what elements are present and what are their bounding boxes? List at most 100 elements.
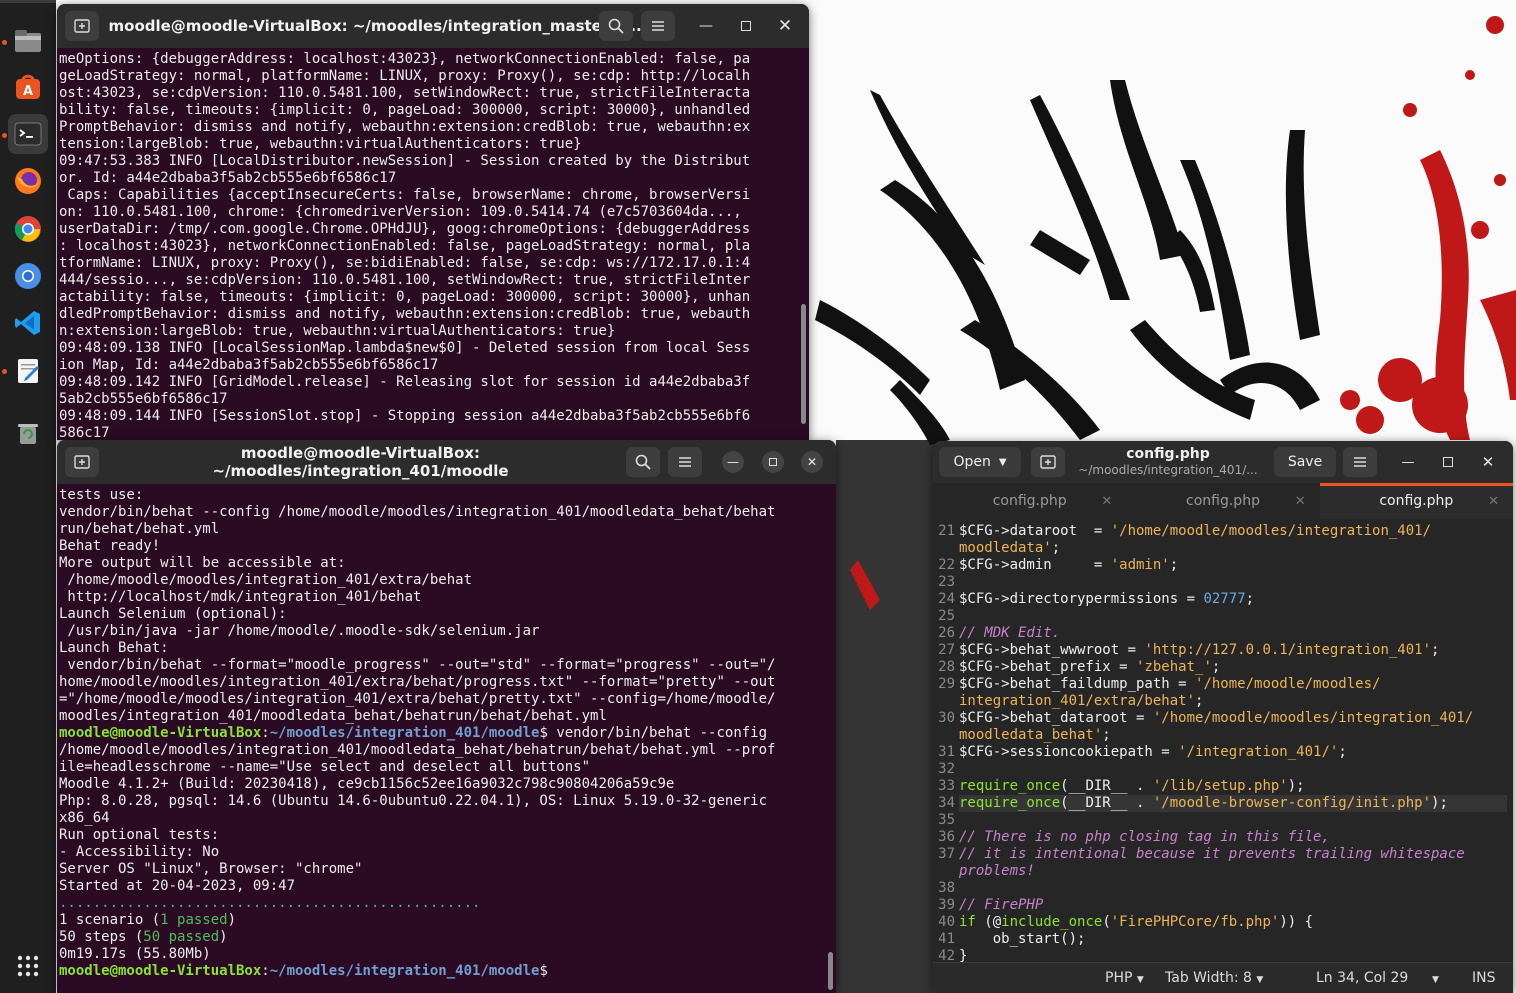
new-document-icon[interactable]	[1031, 447, 1065, 477]
prompt-path: ~/moodles/integration_401/moodle	[269, 725, 540, 741]
terminal-line: on: 110.0.5481.100, chrome: {chromedrive…	[59, 204, 742, 220]
cursor-position[interactable]: Ln 34, Col 29	[1316, 970, 1408, 986]
software-icon[interactable]: A	[8, 67, 48, 107]
prompt-user: moodle@moodle-VirtualBox	[59, 725, 262, 741]
close-icon[interactable]: ✕	[1471, 447, 1505, 477]
prompt-separator: :	[261, 963, 270, 979]
files-icon[interactable]	[8, 21, 48, 61]
desktop: A moodle@moodle-VirtualBox: ~/moodles/in…	[0, 0, 1516, 993]
terminal-titlebar[interactable]: moodle@moodle-VirtualBox: ~/moodles/inte…	[57, 4, 809, 48]
trash-icon[interactable]	[8, 413, 48, 453]
running-indicator	[2, 40, 7, 45]
close-tab-icon[interactable]: ✕	[1101, 494, 1112, 509]
terminal-line: /usr/bin/java -jar /home/moodle/.moodle-…	[59, 623, 540, 639]
prompt-line: moodle@moodle-VirtualBox:~/moodles/integ…	[59, 725, 834, 742]
firefox-icon[interactable]	[8, 161, 48, 201]
terminal-titlebar[interactable]: moodle@moodle-VirtualBox: ~/moodles/inte…	[57, 440, 836, 484]
tab-config-2[interactable]: config.php ✕	[1126, 483, 1319, 519]
terminal-text: )	[227, 912, 237, 928]
close-tab-icon[interactable]: ✕	[1295, 494, 1306, 509]
prompt-line: moodle@moodle-VirtualBox:~/moodles/integ…	[59, 963, 834, 980]
open-button[interactable]: Open ▼	[939, 447, 1021, 477]
tab-width-selector[interactable]: Tab Width: 8 ▼	[1165, 970, 1263, 986]
tab-label: config.php	[1379, 493, 1454, 509]
search-icon[interactable]	[599, 11, 633, 41]
app-grid-icon[interactable]	[8, 946, 48, 986]
text-editor-window[interactable]: Open ▼ config.php ~/moodles/integration_…	[933, 441, 1513, 993]
terminal-output[interactable]: meOptions: {debuggerAddress: localhost:4…	[57, 48, 809, 440]
dock: A	[0, 0, 56, 993]
terminal-window-master[interactable]: moodle@moodle-VirtualBox: ~/moodles/inte…	[57, 4, 809, 440]
passed-count: 50 passed	[143, 929, 220, 945]
chevron-down-icon: ▼	[1136, 975, 1144, 985]
maximize-icon[interactable]	[729, 11, 763, 41]
terminal-line: Caps: Capabilities {acceptInsecureCerts:…	[59, 187, 751, 203]
chrome-icon[interactable]	[8, 209, 48, 249]
insert-mode: INS	[1472, 970, 1496, 986]
tab-label: config.php	[992, 493, 1067, 509]
text-editor-icon[interactable]	[8, 351, 48, 391]
terminal-line: vendor/bin/behat --format="moodle_progre…	[59, 657, 776, 673]
new-tab-icon[interactable]	[65, 11, 99, 41]
terminal-line: Started at 20-04-2023, 09:47	[59, 878, 296, 894]
svg-text:A: A	[23, 84, 33, 99]
progress-dots: ........................................…	[59, 895, 481, 911]
passed-count: 1 passed	[160, 912, 228, 928]
terminal-line: bility: false, timeouts: {implicit: 0, p…	[59, 102, 751, 118]
editor-statusbar: PHP ▼ Tab Width: 8 ▼ Ln 34, Col 29 ▼ INS	[933, 962, 1513, 993]
scrollbar[interactable]	[801, 304, 806, 424]
running-indicator	[2, 369, 7, 374]
terminal-line: tests use:	[59, 487, 144, 503]
editor-titlebar[interactable]: Open ▼ config.php ~/moodles/integration_…	[933, 441, 1513, 483]
hamburger-menu-icon[interactable]	[668, 447, 702, 477]
open-button-label: Open	[953, 454, 991, 470]
chevron-down-icon[interactable]: ▼	[1432, 970, 1439, 986]
terminal-text: 1 scenario (	[59, 912, 161, 928]
vscode-icon[interactable]	[8, 303, 48, 343]
prompt-user: moodle@moodle-VirtualBox	[59, 963, 262, 979]
terminal-line: ile=headlesschrome --name="Use select an…	[59, 759, 591, 775]
maximize-icon[interactable]	[1431, 447, 1465, 477]
terminal-line: home/moodle/moodles/integration_401/extr…	[59, 674, 776, 690]
terminal-line: 09:47:53.383 INFO [LocalDistributor.newS…	[59, 153, 751, 169]
terminal-line: run/behat/behat.yml	[59, 521, 220, 537]
minimize-icon[interactable]: —	[716, 447, 750, 477]
tab-width-label: Tab Width: 8	[1165, 970, 1252, 986]
search-icon[interactable]	[626, 447, 660, 477]
new-tab-icon[interactable]	[65, 447, 99, 477]
terminal-line: vendor/bin/behat --config /home/moodle/m…	[59, 504, 776, 520]
close-icon[interactable]: ✕	[795, 447, 829, 477]
terminal-line: Server OS "Linux", Browser: "chrome"	[59, 861, 363, 877]
terminal-line: More output will be accessible at:	[59, 555, 346, 571]
chromium-icon[interactable]	[8, 256, 48, 296]
running-indicator	[2, 133, 7, 138]
terminal-line: 5ab2cb555e6bf6586c17	[59, 391, 228, 407]
terminal-output[interactable]: tests use: vendor/bin/behat --config /hom…	[57, 484, 836, 993]
chevron-down-icon: ▼	[1256, 975, 1264, 985]
close-icon[interactable]: ✕	[768, 11, 802, 41]
save-button[interactable]: Save	[1274, 447, 1336, 477]
terminal-line: 586c17	[59, 425, 110, 440]
tab-config-1[interactable]: config.php ✕	[933, 483, 1126, 519]
hamburger-menu-icon[interactable]	[641, 11, 675, 41]
terminal-line: 09:48:09.138 INFO [LocalSessionMap.lambd…	[59, 340, 751, 356]
terminal-line: 444/sessio..., se:cdpVersion: 110.0.5481…	[59, 272, 751, 288]
terminal-window-401[interactable]: moodle@moodle-VirtualBox: ~/moodles/inte…	[57, 440, 836, 993]
maximize-icon[interactable]	[756, 447, 790, 477]
minimize-icon[interactable]: —	[1391, 447, 1425, 477]
code-area[interactable]: 21 $CFG->dataroot = '/home/moodle/moodle…	[933, 519, 1513, 962]
terminal-line: ost:43023, se:cdpVersion: 110.0.5481.100…	[59, 85, 751, 101]
terminal-line: Launch Behat:	[59, 640, 169, 656]
hamburger-menu-icon[interactable]	[1343, 447, 1377, 477]
close-tab-icon[interactable]: ✕	[1488, 494, 1499, 509]
scrollbar[interactable]	[828, 952, 833, 990]
terminal-icon[interactable]	[8, 114, 48, 154]
language-selector[interactable]: PHP ▼	[1105, 970, 1144, 986]
minimize-icon[interactable]: —	[689, 11, 723, 41]
terminal-line: n:extension:largeBlob: true, webauthn:vi…	[59, 323, 616, 339]
terminal-line: ion Map, Id: a44e2dbaba3f5ab2cb555e6bf65…	[59, 357, 439, 373]
prompt-symbol: $	[539, 963, 548, 979]
tab-config-3[interactable]: config.php ✕	[1319, 483, 1513, 519]
terminal-line: tformName: LINUX, proxy: Proxy(), se:bid…	[59, 255, 751, 271]
terminal-text: )	[219, 929, 228, 945]
